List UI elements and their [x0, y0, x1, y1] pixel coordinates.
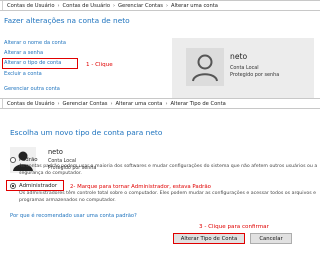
- change-password-link[interactable]: Alterar a senha: [4, 48, 66, 58]
- administrator-option-description: Os administradores têm controle total so…: [19, 191, 317, 203]
- second-breadcrumb: Contas de Usuário › Gerenciar Contas › A…: [0, 98, 320, 109]
- annotation-step-1: 1 - Clique: [86, 62, 113, 68]
- top-breadcrumb: Contas de Usuário › Contas de Usuário › …: [0, 0, 320, 11]
- breadcrumb-item-current[interactable]: Alterar Tipo de Conta: [170, 101, 225, 107]
- section-title: Escolha um novo tipo de conta para neto: [10, 128, 163, 137]
- breadcrumb-item[interactable]: Alterar uma conta: [115, 101, 162, 107]
- delete-account-link[interactable]: Excluir a conta: [4, 69, 66, 79]
- cancel-button[interactable]: Cancelar: [250, 233, 292, 244]
- chevron-right-icon: ›: [165, 100, 168, 107]
- chevron-right-icon: ›: [57, 100, 60, 107]
- user-card: neto Conta Local Protegido por senha: [172, 38, 314, 100]
- change-name-link[interactable]: Alterar o nome da conta: [4, 38, 66, 48]
- standard-radio[interactable]: [10, 157, 16, 163]
- chevron-right-icon: ›: [110, 100, 113, 107]
- change-account-type-button[interactable]: Alterar Tipo de Conta: [173, 233, 245, 244]
- breadcrumb-item-current[interactable]: Alterar uma conta: [171, 3, 218, 9]
- user-name: neto: [48, 148, 63, 156]
- breadcrumb-item[interactable]: Contas de Usuário: [63, 3, 111, 9]
- chevron-right-icon: ›: [113, 2, 115, 9]
- annotation-step-2: 2- Marque para tornar Administrador, est…: [70, 184, 211, 190]
- why-standard-link[interactable]: Por que é recomendado usar uma conta pad…: [10, 213, 137, 219]
- breadcrumb-lead: [0, 1, 3, 10]
- user-name: neto: [230, 52, 248, 61]
- page-title: Fazer alterações na conta de neto: [4, 16, 130, 25]
- breadcrumb-item[interactable]: Gerenciar Contas: [63, 101, 108, 107]
- user-avatar-icon: [186, 48, 224, 86]
- breadcrumb-lead: [0, 99, 3, 108]
- user-protection: Protegido por senha: [230, 72, 280, 78]
- screenshot-root: Contas de Usuário › Contas de Usuário › …: [0, 0, 320, 276]
- annotation-step-3: 3 - Clique para confirmar: [199, 224, 269, 230]
- user-account-type: Conta Local: [230, 65, 259, 71]
- manage-other-account-link[interactable]: Gerenciar outra conta: [4, 84, 66, 94]
- breadcrumb-item[interactable]: Contas de Usuário: [7, 3, 55, 9]
- breadcrumb-item[interactable]: Contas de Usuário: [7, 101, 55, 107]
- annotation-highlight-box: [2, 58, 78, 69]
- standard-option-label[interactable]: Padrão: [19, 157, 38, 163]
- chevron-right-icon: ›: [165, 2, 168, 9]
- chevron-right-icon: ›: [57, 2, 60, 9]
- standard-option-description: As contas padrão podem usar a maioria do…: [19, 164, 318, 176]
- annotation-highlight-box: [6, 180, 64, 191]
- breadcrumb-item[interactable]: Gerenciar Contas: [118, 3, 163, 9]
